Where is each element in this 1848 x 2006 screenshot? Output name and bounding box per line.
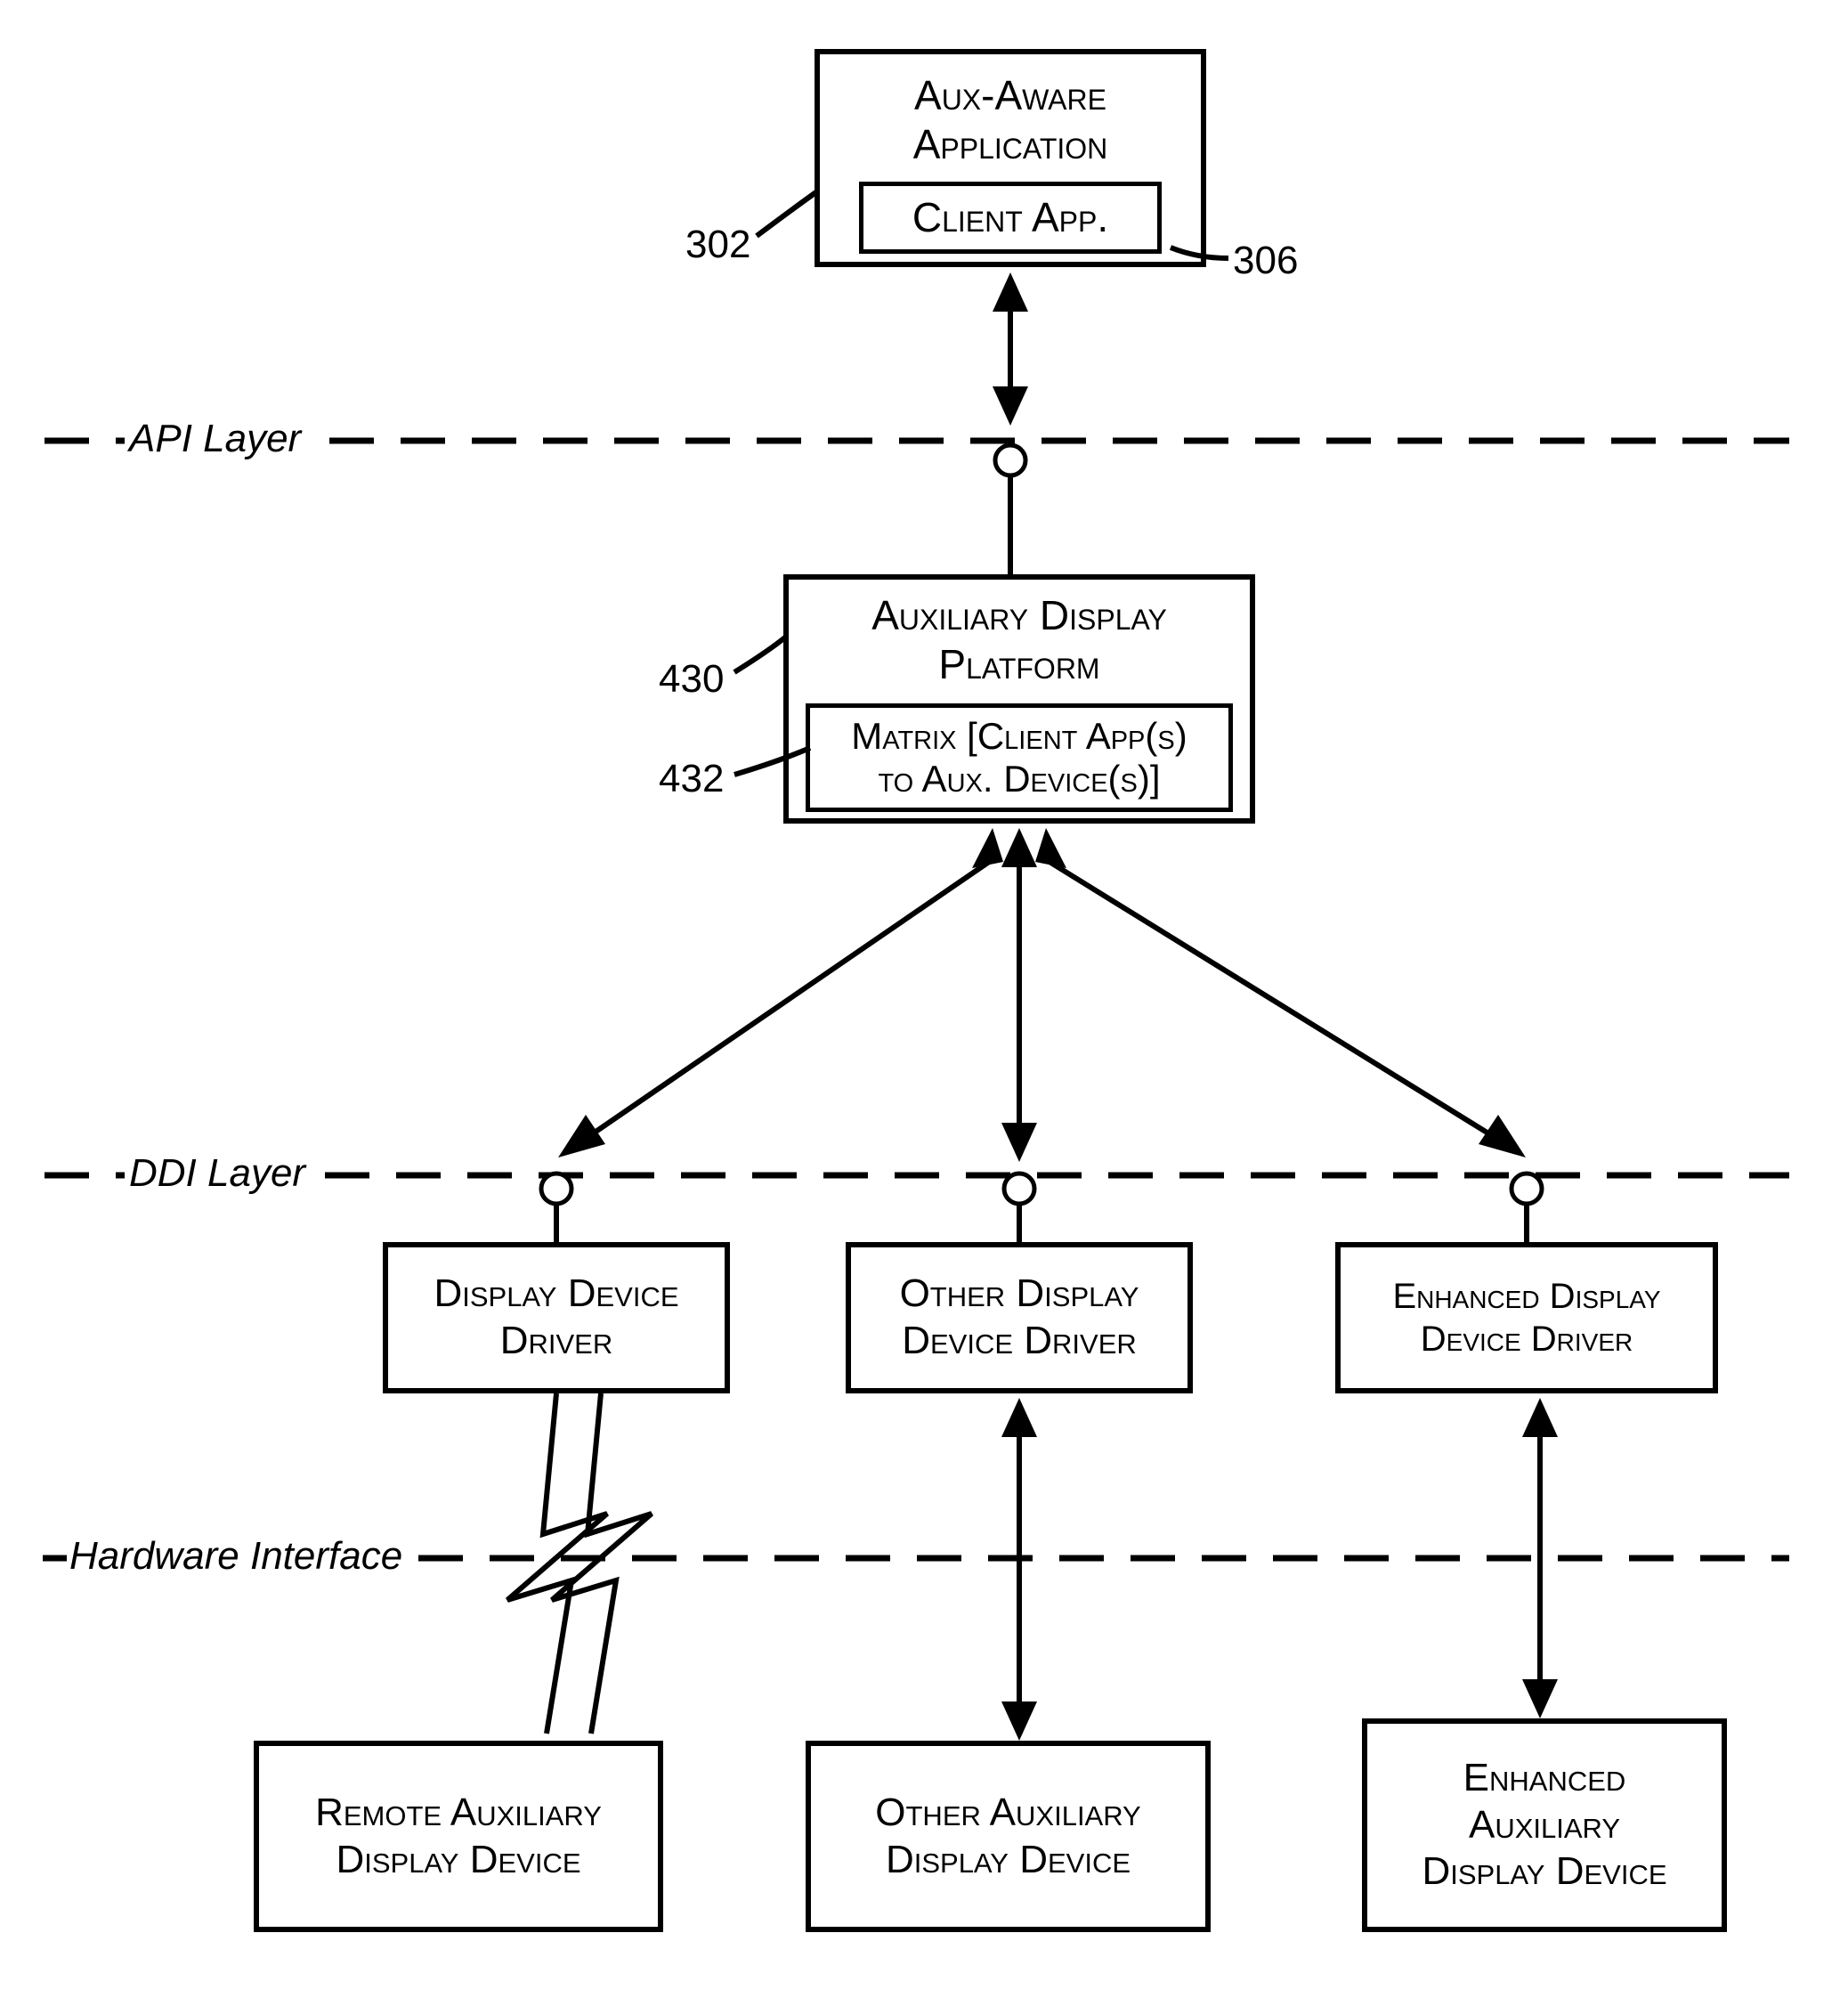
- remote-device-line1: Remote Auxiliary: [315, 1790, 602, 1837]
- client-app-label: Client App.: [912, 194, 1108, 240]
- display-driver-line1: Display Device: [434, 1271, 678, 1318]
- enhanced-device-line3: Display Device: [1422, 1848, 1666, 1896]
- enhanced-display-device-driver-box: Enhanced Display Device Driver: [1335, 1242, 1718, 1393]
- other-driver-line1: Other Display: [900, 1271, 1139, 1318]
- display-driver-line2: Driver: [500, 1318, 613, 1365]
- enhanced-device-line1: Enhanced: [1463, 1755, 1626, 1802]
- aux-platform-line2: Platform: [938, 641, 1099, 687]
- ddi-layer-label: DDI Layer: [129, 1151, 305, 1196]
- ref-430: 430: [659, 657, 724, 702]
- other-device-line2: Display Device: [886, 1837, 1131, 1884]
- enhanced-driver-line1: Enhanced Display: [1392, 1275, 1660, 1318]
- matrix-inner-box: Matrix [Client App(s) to Aux. Device(s)]: [806, 703, 1233, 813]
- other-device-line1: Other Auxiliary: [875, 1790, 1140, 1837]
- matrix-line1: Matrix [Client App(s): [851, 715, 1187, 757]
- hardware-interface-label: Hardware Interface: [69, 1534, 402, 1579]
- diagram-overlay: [0, 0, 1848, 2006]
- aux-aware-line2: Application: [913, 121, 1108, 167]
- auxiliary-display-platform-box: Auxiliary Display Platform Matrix [Clien…: [783, 574, 1255, 824]
- ref-432: 432: [659, 757, 724, 801]
- enhanced-auxiliary-display-device-box: Enhanced Auxiliary Display Device: [1362, 1718, 1727, 1932]
- matrix-line2: to Aux. Device(s)]: [878, 758, 1160, 800]
- remote-auxiliary-display-device-box: Remote Auxiliary Display Device: [254, 1741, 663, 1932]
- aux-aware-line1: Aux-Aware: [914, 72, 1106, 118]
- enhanced-driver-line2: Device Driver: [1421, 1318, 1633, 1360]
- api-layer-label: API Layer: [129, 417, 301, 461]
- enhanced-device-line2: Auxiliary: [1469, 1802, 1620, 1849]
- ref-302: 302: [685, 223, 750, 267]
- remote-device-line2: Display Device: [336, 1837, 580, 1884]
- client-app-inner-box: Client App.: [859, 182, 1162, 254]
- other-driver-line2: Device Driver: [902, 1318, 1137, 1365]
- other-auxiliary-display-device-box: Other Auxiliary Display Device: [806, 1741, 1211, 1932]
- display-device-driver-box: Display Device Driver: [383, 1242, 730, 1393]
- aux-aware-application-box: Aux-Aware Application Client App.: [815, 49, 1206, 267]
- other-display-device-driver-box: Other Display Device Driver: [846, 1242, 1193, 1393]
- aux-platform-line1: Auxiliary Display: [871, 592, 1167, 638]
- ref-306: 306: [1233, 239, 1298, 283]
